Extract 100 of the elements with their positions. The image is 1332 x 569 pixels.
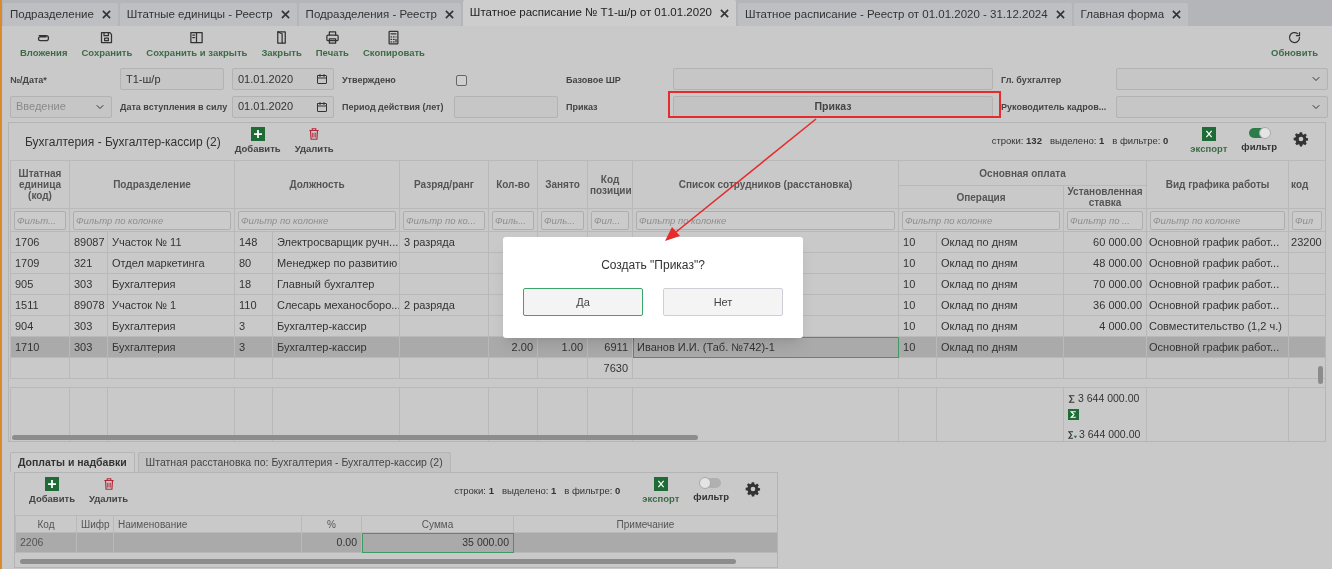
table-cell: 6911 xyxy=(604,340,628,353)
filter-field[interactable]: Филь... xyxy=(492,210,534,230)
spreadsheet-icon xyxy=(1201,126,1216,141)
column-header[interactable]: Должность xyxy=(234,160,400,209)
table-row[interactable]: 2206 0.00 35 000.00 xyxy=(15,532,777,553)
table-cell: Бухгалтер-кассир xyxy=(277,319,367,332)
toolbar-button[interactable]: Сохранить xyxy=(81,29,133,61)
filter-field[interactable]: Филь... xyxy=(541,210,584,230)
order-button[interactable]: Приказ xyxy=(673,95,993,118)
dialog-message: Создать "Приказ"? xyxy=(601,257,705,274)
input-field[interactable]: Т1-ш/р xyxy=(120,68,224,90)
close-icon[interactable] xyxy=(719,8,729,18)
field-label: №/Дата* xyxy=(10,73,47,87)
close-icon[interactable] xyxy=(280,10,290,19)
document-tab[interactable]: Главная форма xyxy=(1073,3,1189,26)
close-icon[interactable] xyxy=(101,10,111,19)
column-header[interactable]: Подразделение xyxy=(69,160,235,209)
table-cell: Бухгалтерия xyxy=(112,277,176,290)
table-row[interactable]: 1710 303 Бухгалтерия 3 Бухгалтер-кассир 2.00 1.00 6911 Иванов И.И. (Таб. №742)-1 10 Оклад по дням Основной график работ... xyxy=(10,336,1325,358)
close-icon[interactable] xyxy=(1055,10,1065,19)
book-icon xyxy=(189,29,205,45)
column-header[interactable]: Примечание xyxy=(513,515,777,533)
toolbar-button[interactable]: Обновить xyxy=(1271,29,1318,61)
detail-tab[interactable]: Штатная расстановка по: Бухгалтерия - Бухгалтер-кассир (2) xyxy=(137,452,451,472)
delete-button[interactable]: Удалить xyxy=(294,126,334,157)
table-cell: 1709 xyxy=(15,256,40,269)
sigma-icon xyxy=(1068,408,1079,420)
filter-field[interactable]: Фильт... xyxy=(14,210,66,230)
delete-button[interactable]: Удалить xyxy=(89,476,128,507)
document-tab[interactable]: Штатное расписание № Т1-ш/р от 01.01.2020 xyxy=(462,0,736,26)
close-icon[interactable] xyxy=(1172,10,1182,19)
table-cell: 35 000.00 xyxy=(462,535,509,548)
add-button[interactable]: Добавить xyxy=(29,476,75,507)
table-cell: 10 xyxy=(903,319,916,332)
column-header[interactable]: Занято xyxy=(537,160,588,209)
table-cell: Основной график работ... xyxy=(1149,298,1280,311)
document-tab[interactable]: Подразделения - Реестр xyxy=(298,3,461,26)
field-label: Гл. бухгалтер xyxy=(1001,73,1062,87)
column-header[interactable]: Операция xyxy=(898,185,1064,209)
column-header[interactable]: % xyxy=(301,515,362,533)
input-field[interactable] xyxy=(673,68,993,90)
column-header[interactable]: Установленная ставка xyxy=(1063,185,1147,209)
table-cell: 1511 xyxy=(15,298,39,311)
date-field[interactable]: 01.01.2020 xyxy=(232,95,334,118)
table-cell: 110 xyxy=(239,298,257,311)
table-cell: 3 разряда xyxy=(404,235,455,248)
table-cell: 48 000.00 xyxy=(1093,256,1143,269)
toolbar-button[interactable]: Сохранить и закрыть xyxy=(146,29,248,61)
column-header[interactable]: Вид графика работы xyxy=(1146,160,1289,209)
field-label: Приказ xyxy=(566,101,598,114)
column-header[interactable]: Сумма xyxy=(361,515,514,533)
checkbox[interactable] xyxy=(456,74,467,86)
filter-field[interactable]: Фил... xyxy=(591,210,629,230)
column-header[interactable]: Кол-во xyxy=(488,160,538,209)
calculator-icon xyxy=(386,29,402,45)
add-button[interactable]: Добавить xyxy=(234,126,281,157)
column-header[interactable]: код xyxy=(1288,160,1325,209)
scrollbar-thumb[interactable] xyxy=(12,435,698,440)
document-tab[interactable]: Штатное расписание - Реестр от 01.01.2020 - 31.12.2024 xyxy=(737,3,1072,26)
dialog-button[interactable]: Нет xyxy=(663,288,783,316)
toolbar-button[interactable]: Скопировать xyxy=(362,29,425,61)
scrollbar-thumb[interactable] xyxy=(1318,366,1323,384)
column-header[interactable]: Штатная единица (код) xyxy=(10,160,70,209)
table-cell: Оклад по дням xyxy=(941,319,1018,332)
column-header[interactable]: Наименование xyxy=(113,515,302,533)
date-field[interactable]: 01.01.2020 xyxy=(232,68,334,90)
dialog-button[interactable]: Да xyxy=(523,288,643,316)
stat-text: строки: 1 xyxy=(454,484,494,499)
calendar-icon xyxy=(316,73,328,85)
settings-icon xyxy=(1293,131,1309,148)
document-tab[interactable]: Штатные единицы - Реестр xyxy=(119,3,297,26)
detail-tab[interactable]: Доплаты и надбавки xyxy=(10,452,135,472)
table-cell: 4 000.00 xyxy=(1099,319,1143,332)
table-row[interactable]: 7630 xyxy=(10,357,1325,379)
document-tab[interactable]: Подразделение xyxy=(3,3,118,26)
column-header[interactable]: Код xyxy=(15,515,77,533)
table-cell: 0.00 xyxy=(336,535,357,548)
scrollbar-thumb[interactable] xyxy=(20,559,736,564)
column-header[interactable]: Разряд/ранг xyxy=(399,160,489,209)
toolbar-button[interactable]: Закрыть xyxy=(261,29,302,61)
table-cell: 3 xyxy=(239,340,246,353)
filter-field[interactable]: Фильтр по ... xyxy=(1067,210,1144,230)
filter-toggle[interactable]: фильтр xyxy=(693,478,729,505)
stat-text: выделено: 1 xyxy=(501,484,557,499)
select-field[interactable] xyxy=(1116,68,1328,90)
table-cell: Оклад по дням xyxy=(941,277,1018,290)
export-button[interactable]: экспорт xyxy=(1190,126,1228,157)
column-header[interactable]: Шифр xyxy=(76,515,114,533)
filter-toggle[interactable]: фильтр xyxy=(1241,128,1277,155)
table-cell: Участок № 11 xyxy=(112,235,182,248)
column-header[interactable]: Код позиции xyxy=(587,160,633,209)
toolbar-button[interactable]: Печать xyxy=(315,29,349,61)
export-button[interactable]: экспорт xyxy=(642,476,680,507)
close-icon[interactable] xyxy=(444,10,454,19)
table-cell: 10 xyxy=(903,235,916,248)
select-field[interactable] xyxy=(1116,95,1328,118)
filter-field[interactable]: Фил xyxy=(1292,210,1323,230)
refresh-icon xyxy=(1287,29,1302,45)
table-cell: 321 xyxy=(74,256,93,269)
toolbar-button[interactable]: Вложения xyxy=(20,29,68,61)
